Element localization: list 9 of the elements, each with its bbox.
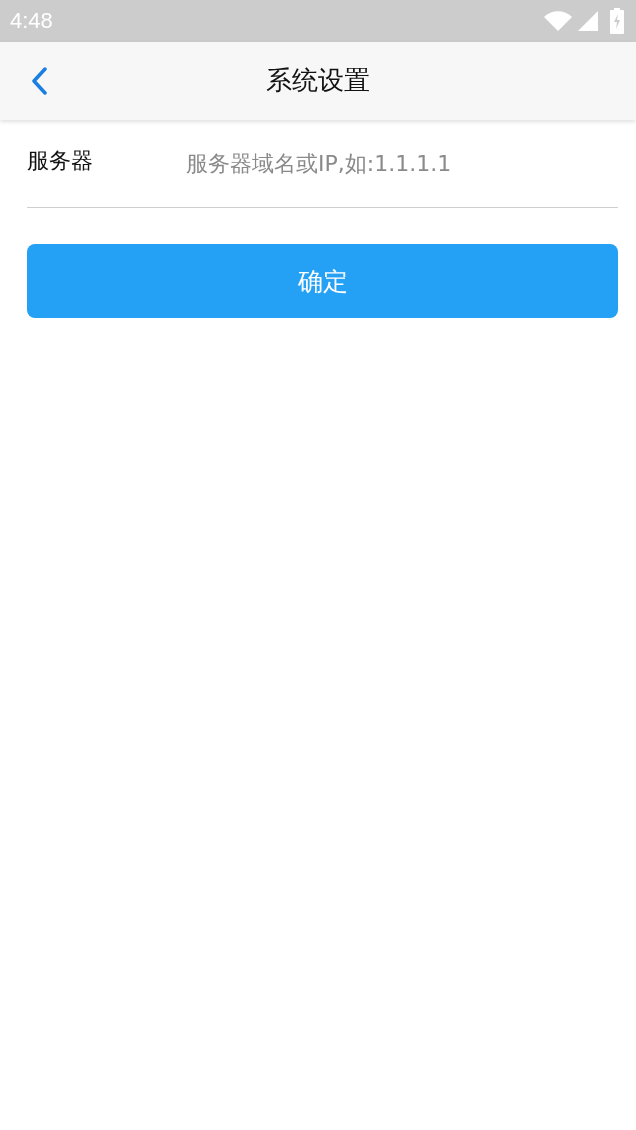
confirm-button[interactable]: 确定 (27, 244, 618, 318)
page-title: 系统设置 (265, 65, 371, 97)
input-field[interactable]: 服务器域名或IP,如:1.1.1.1 (186, 143, 618, 184)
battery-charging-icon (610, 8, 624, 34)
field-label: 服务器 (27, 146, 94, 175)
back-chevron-icon (31, 67, 47, 95)
signal-icon (578, 11, 598, 31)
wifi-icon (544, 11, 572, 31)
back-button[interactable] (29, 66, 49, 96)
